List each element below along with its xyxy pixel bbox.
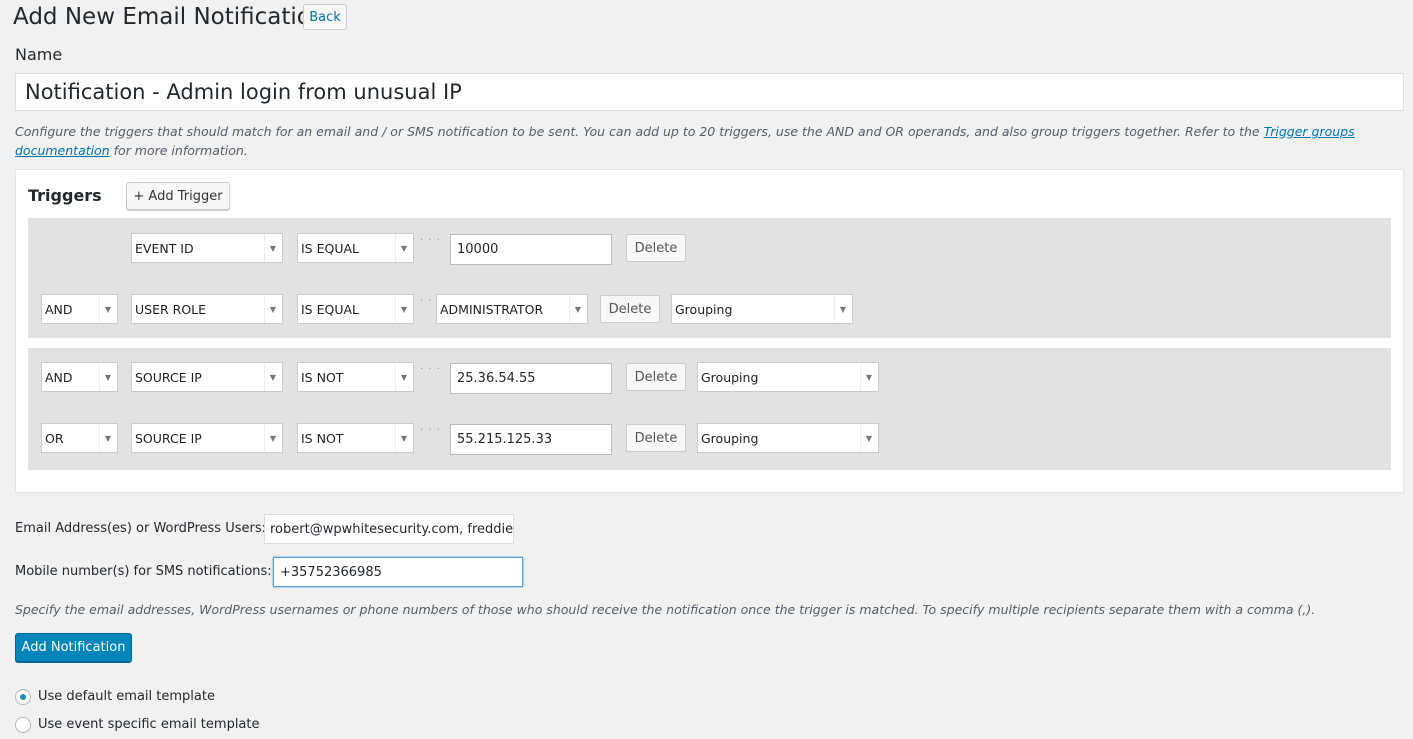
chevron-down-icon: ▼ bbox=[264, 363, 281, 391]
field-value: SOURCE IP bbox=[135, 430, 202, 446]
chevron-down-icon: ▼ bbox=[569, 295, 586, 323]
grouping-select[interactable]: Grouping ▼ bbox=[697, 423, 879, 453]
field-value: EVENT ID bbox=[135, 240, 194, 256]
triggers-title: Triggers bbox=[28, 186, 102, 205]
delete-trigger-button[interactable]: Delete bbox=[626, 424, 686, 452]
mobile-input[interactable]: +35752366985 bbox=[273, 557, 523, 587]
default-template-label[interactable]: Use default email template bbox=[38, 689, 215, 704]
delete-trigger-button[interactable]: Delete bbox=[600, 295, 660, 323]
operand-value: AND bbox=[45, 369, 73, 385]
operand-value: AND bbox=[45, 301, 73, 317]
condition-value: IS NOT bbox=[301, 369, 344, 385]
dots-separator: · · · bbox=[420, 235, 441, 246]
chevron-down-icon: ▼ bbox=[264, 295, 281, 323]
chevron-down-icon: ▼ bbox=[264, 424, 281, 452]
radio-checked-dot bbox=[20, 694, 26, 700]
event-template-radio[interactable] bbox=[15, 717, 31, 733]
event-template-label[interactable]: Use event specific email template bbox=[38, 717, 260, 732]
chevron-down-icon: ▼ bbox=[860, 363, 877, 391]
chevron-down-icon: ▼ bbox=[860, 424, 877, 452]
trigger-operand-select[interactable]: AND ▼ bbox=[41, 294, 118, 324]
field-value: USER ROLE bbox=[135, 301, 207, 317]
dots-separator: · · bbox=[420, 296, 433, 307]
chevron-down-icon: ▼ bbox=[99, 363, 116, 391]
delete-trigger-button[interactable]: Delete bbox=[626, 234, 686, 262]
chevron-down-icon: ▼ bbox=[834, 295, 851, 323]
dots-separator: · · · bbox=[420, 425, 441, 436]
grouping-value: Grouping bbox=[675, 301, 733, 317]
trigger-value-input[interactable]: 55.215.125.33 bbox=[450, 424, 612, 455]
trigger-field-select[interactable]: SOURCE IP ▼ bbox=[131, 362, 283, 392]
chevron-down-icon: ▼ bbox=[99, 295, 116, 323]
grouping-select[interactable]: Grouping ▼ bbox=[697, 362, 879, 392]
trigger-value-input[interactable]: 10000 bbox=[450, 234, 612, 265]
trigger-field-select[interactable]: EVENT ID ▼ bbox=[131, 233, 283, 263]
condition-value: IS EQUAL bbox=[301, 301, 359, 317]
value-selected: ADMINISTRATOR bbox=[440, 301, 544, 317]
description-text-end: for more information. bbox=[109, 143, 248, 158]
condition-value: IS NOT bbox=[301, 430, 344, 446]
trigger-condition-select[interactable]: IS EQUAL ▼ bbox=[297, 294, 414, 324]
trigger-description: Configure the triggers that should match… bbox=[15, 122, 1400, 160]
trigger-condition-select[interactable]: IS EQUAL ▼ bbox=[297, 233, 414, 263]
trigger-condition-select[interactable]: IS NOT ▼ bbox=[297, 423, 414, 453]
chevron-down-icon: ▼ bbox=[395, 424, 412, 452]
mobile-label: Mobile number(s) for SMS notifications: bbox=[15, 564, 272, 579]
chevron-down-icon: ▼ bbox=[395, 363, 412, 391]
operand-value: OR bbox=[45, 430, 64, 446]
default-template-radio[interactable] bbox=[15, 689, 31, 705]
grouping-select[interactable]: Grouping ▼ bbox=[671, 294, 853, 324]
trigger-field-select[interactable]: USER ROLE ▼ bbox=[131, 294, 283, 324]
delete-trigger-button[interactable]: Delete bbox=[626, 363, 686, 391]
trigger-value-select[interactable]: ADMINISTRATOR ▼ bbox=[436, 294, 588, 324]
page-title: Add New Email Notification bbox=[13, 4, 326, 30]
chevron-down-icon: ▼ bbox=[395, 295, 412, 323]
back-button[interactable]: Back bbox=[303, 4, 347, 30]
description-text: Configure the triggers that should match… bbox=[15, 124, 1264, 139]
recipients-help-text: Specify the email addresses, WordPress u… bbox=[15, 602, 1316, 617]
trigger-value-input[interactable]: 25.36.54.55 bbox=[450, 363, 612, 394]
chevron-down-icon: ▼ bbox=[99, 424, 116, 452]
chevron-down-icon: ▼ bbox=[395, 234, 412, 262]
email-input[interactable]: robert@wpwhitesecurity.com, freddiep bbox=[264, 514, 514, 544]
name-label: Name bbox=[15, 45, 63, 64]
dots-separator: · · · bbox=[420, 364, 441, 375]
grouping-value: Grouping bbox=[701, 430, 759, 446]
trigger-condition-select[interactable]: IS NOT ▼ bbox=[297, 362, 414, 392]
trigger-operand-select[interactable]: OR ▼ bbox=[41, 423, 118, 453]
grouping-value: Grouping bbox=[701, 369, 759, 385]
trigger-operand-select[interactable]: AND ▼ bbox=[41, 362, 118, 392]
condition-value: IS EQUAL bbox=[301, 240, 359, 256]
chevron-down-icon: ▼ bbox=[264, 234, 281, 262]
add-trigger-button[interactable]: + Add Trigger bbox=[126, 182, 230, 210]
trigger-field-select[interactable]: SOURCE IP ▼ bbox=[131, 423, 283, 453]
field-value: SOURCE IP bbox=[135, 369, 202, 385]
email-label: Email Address(es) or WordPress Users: bbox=[15, 521, 266, 536]
add-notification-button[interactable]: Add Notification bbox=[15, 633, 132, 662]
name-input[interactable]: Notification - Admin login from unusual … bbox=[15, 73, 1404, 111]
